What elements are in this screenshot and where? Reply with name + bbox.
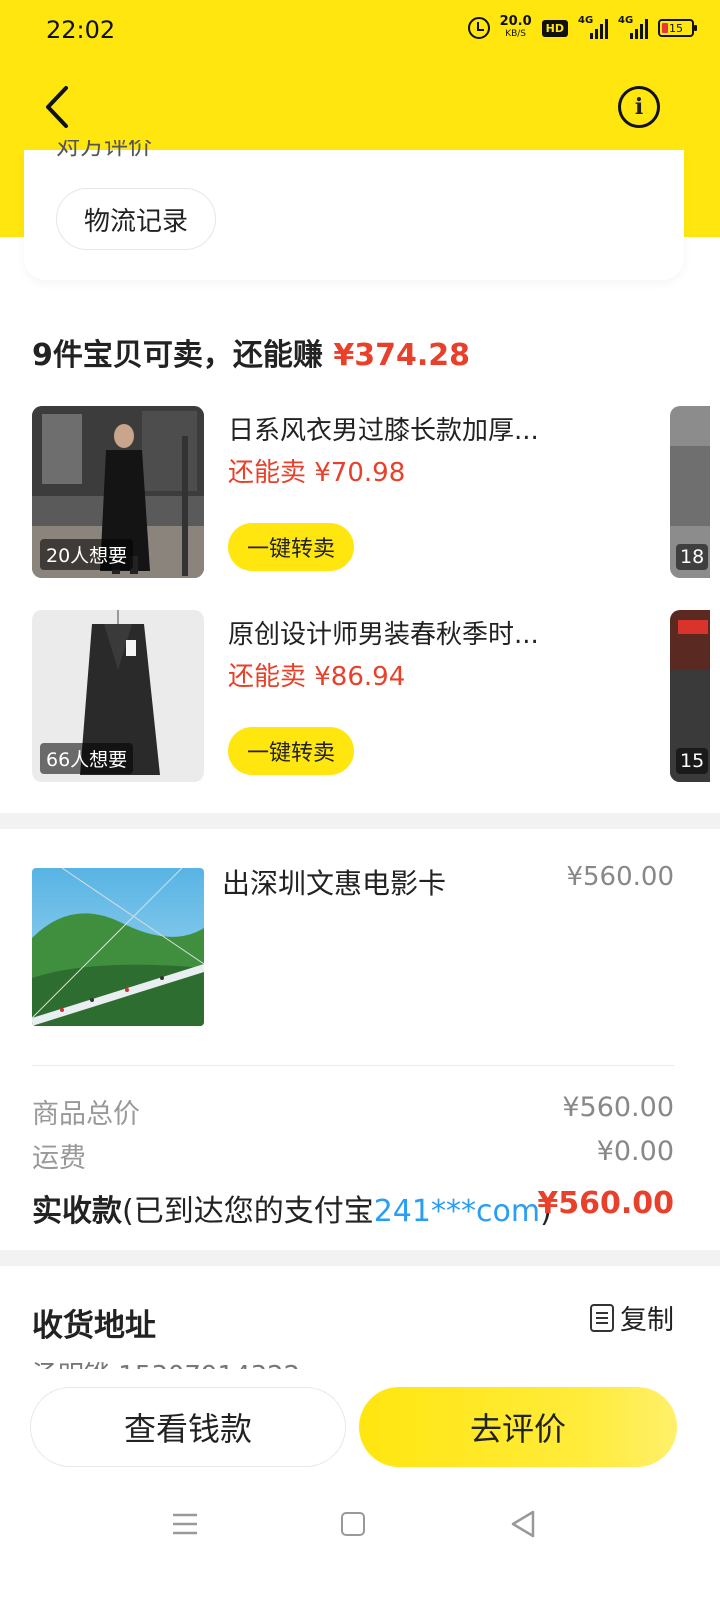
address-contact-text: 汤明铧 15307914322 <box>32 1361 300 1369</box>
rate-button[interactable]: 去评价 <box>359 1387 677 1467</box>
actual-received-value: ¥560.00 <box>537 1186 674 1221</box>
product-resell-price: 还能卖 ¥86.94 <box>228 662 406 692</box>
shipping-value: ¥0.00 <box>596 1136 674 1167</box>
summary-divider <box>32 1065 674 1066</box>
counterpart-review-text: 对方评价 <box>56 140 152 160</box>
signal-icon: 4G <box>578 15 608 39</box>
resell-amount: ¥374.28 <box>333 338 470 373</box>
status-icons: 20.0 KB/S HD 4G 4G 15 <box>467 14 697 40</box>
subtotal-value: ¥560.00 <box>562 1092 674 1123</box>
nav-menu-button[interactable] <box>172 1512 198 1536</box>
section-divider <box>0 813 720 829</box>
resell-title-text: 9件宝贝可卖，还能赚 <box>32 338 334 373</box>
next-product-peek[interactable]: 15 <box>670 610 710 782</box>
status-time: 22:02 <box>46 16 116 44</box>
nav-home-button[interactable] <box>341 1512 365 1536</box>
resell-title: 9件宝贝可卖，还能赚 ¥374.28 <box>32 330 470 374</box>
actual-received-note: (已到达您的支付宝 <box>122 1194 374 1229</box>
nav-back-button[interactable] <box>510 1510 536 1538</box>
info-icon: i <box>634 94 644 120</box>
order-item-price: ¥560.00 <box>566 862 674 892</box>
one-click-resell-button[interactable]: 一键转卖 <box>228 727 354 775</box>
product-photo <box>32 868 204 1026</box>
back-button[interactable] <box>40 84 80 130</box>
battery-icon: 15 <box>658 19 697 37</box>
product-image-coat-2[interactable]: 66人想要 <box>32 610 204 782</box>
speed-unit: KB/S <box>505 29 527 39</box>
signal-label-2: 4G <box>618 15 634 26</box>
hd-icon: HD <box>541 19 568 37</box>
product-resell-price: 还能卖 ¥70.98 <box>228 458 406 488</box>
network-speed: 20.0 KB/S <box>499 14 532 40</box>
want-count-badge: 18 <box>676 544 709 570</box>
order-item-image[interactable] <box>32 868 204 1026</box>
next-product-peek[interactable]: 18 <box>670 406 710 578</box>
product-image-coat-1[interactable]: 20人想要 <box>32 406 204 578</box>
battery-level: 15 <box>669 21 683 35</box>
logistics-button[interactable]: 物流记录 <box>56 188 216 250</box>
order-item-title[interactable]: 出深圳文惠电影卡 <box>222 862 446 902</box>
actual-received-label: 实收款 <box>32 1194 122 1229</box>
want-count-badge: 66人想要 <box>40 743 134 774</box>
alarm-icon <box>467 17 490 39</box>
copy-label: 复制 <box>620 1305 674 1336</box>
product-title[interactable]: 日系风衣男过膝长款加厚... <box>228 410 539 447</box>
back-triangle-icon <box>511 1510 535 1538</box>
one-click-resell-button[interactable]: 一键转卖 <box>228 523 354 571</box>
speed-value: 20.0 <box>499 14 532 29</box>
copy-icon <box>590 1303 614 1332</box>
shipping-label: 运费 <box>32 1143 86 1174</box>
menu-icon <box>173 1513 197 1535</box>
chevron-left-icon <box>46 86 68 128</box>
view-payment-button[interactable]: 查看钱款 <box>30 1387 346 1467</box>
signal-label: 4G <box>578 15 594 26</box>
copy-address-button[interactable]: 复制 <box>590 1298 674 1337</box>
alipay-account-link[interactable]: 241***com <box>374 1194 540 1229</box>
info-button[interactable]: i <box>618 86 660 128</box>
signal-icon-2: 4G <box>618 15 648 39</box>
want-count-badge: 15 <box>676 748 709 774</box>
address-contact: 汤明铧 15307914322 <box>32 1355 300 1369</box>
address-title: 收货地址 <box>32 1308 156 1344</box>
product-title[interactable]: 原创设计师男装春秋季时... <box>228 614 539 651</box>
subtotal-label: 商品总价 <box>32 1099 140 1130</box>
section-divider <box>0 1250 720 1266</box>
actual-received-row: 实收款(已到达您的支付宝241***com) <box>32 1186 552 1230</box>
counterpart-review-label: 对方评价 <box>56 140 152 160</box>
want-count-badge: 20人想要 <box>40 539 134 570</box>
